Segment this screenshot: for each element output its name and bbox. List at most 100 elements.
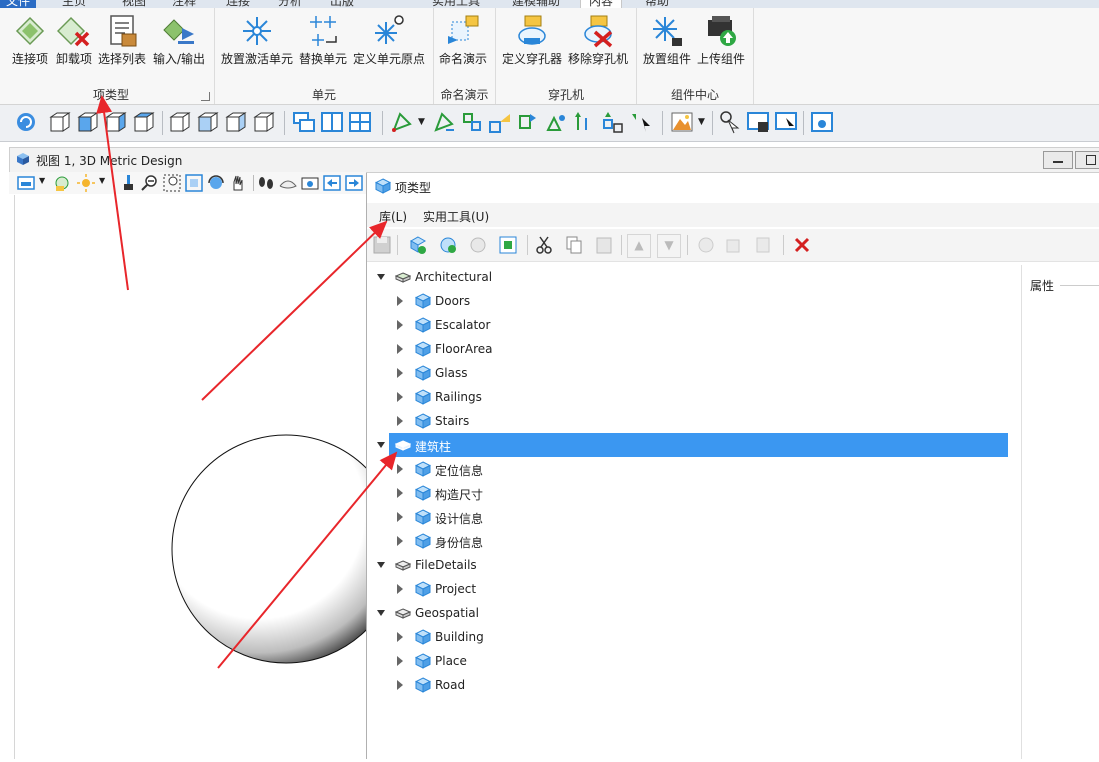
detach-icon[interactable] [723, 234, 745, 256]
tree-item-type-node[interactable]: 身份信息 [367, 529, 1017, 553]
upload-component-button[interactable]: 上传组件 [697, 14, 745, 67]
cut-icon[interactable] [533, 234, 555, 256]
view-cube-iso-icon[interactable] [132, 110, 156, 134]
view-cube-right-icon[interactable] [104, 110, 128, 134]
remove-perforator-button[interactable]: 移除穿孔机 [568, 14, 628, 67]
expand-arrow-icon[interactable] [397, 320, 403, 330]
window-grid-icon[interactable] [348, 110, 372, 134]
lighting-icon[interactable] [77, 174, 95, 192]
move-up-icon[interactable]: ▲ [627, 234, 651, 258]
fly-icon[interactable] [279, 174, 297, 192]
view-attributes-icon[interactable] [17, 175, 35, 191]
rotate-element-icon[interactable] [516, 110, 540, 134]
tree-item-type-node[interactable]: Place [367, 649, 1017, 673]
tree-library-node[interactable]: Architectural [367, 265, 1017, 289]
view-cube-front-icon[interactable] [76, 110, 100, 134]
tab-connect[interactable]: 连接 [226, 0, 250, 8]
camera-icon[interactable] [301, 174, 319, 192]
brush-icon[interactable] [119, 174, 137, 192]
expand-arrow-icon[interactable] [397, 392, 403, 402]
refresh-icon[interactable] [14, 110, 38, 134]
menu-library[interactable]: 库(L) [379, 208, 407, 225]
zoom-out-icon[interactable] [141, 174, 159, 192]
pick-list-button[interactable]: 选择列表 [98, 14, 146, 67]
maximize-button[interactable] [1075, 151, 1099, 169]
copy-element-icon[interactable] [460, 110, 484, 134]
tab-utilities[interactable]: 实用工具 [432, 0, 480, 8]
view-attributes-dropdown-icon[interactable]: ▼ [39, 176, 45, 185]
scale-element-icon[interactable] [488, 110, 512, 134]
expand-arrow-icon[interactable] [397, 656, 403, 666]
pan-view-icon[interactable] [229, 174, 247, 192]
properties-icon[interactable] [753, 234, 775, 256]
expand-arrow-icon[interactable] [397, 368, 403, 378]
import-icon[interactable] [497, 234, 519, 256]
tree-library-node[interactable]: 建筑柱 [367, 433, 1017, 457]
tree-item-type-node[interactable]: 设计信息 [367, 505, 1017, 529]
view-cube-left-icon[interactable] [224, 110, 248, 134]
new-item-type-icon[interactable] [407, 234, 429, 256]
walk-icon[interactable] [257, 174, 275, 192]
tab-publish[interactable]: 出版 [330, 0, 354, 8]
expand-arrow-icon[interactable] [397, 632, 403, 642]
replace-cell-button[interactable]: 替换单元 [299, 14, 347, 67]
next-view-icon[interactable] [345, 174, 363, 192]
dropdown-arrow-icon[interactable]: ▼ [418, 117, 425, 127]
display-style-icon[interactable] [670, 110, 694, 134]
mirror-element-icon[interactable] [544, 110, 568, 134]
detach-item-button[interactable]: 卸载项 [56, 14, 92, 67]
place-active-cell-button[interactable]: 放置激活单元 [221, 14, 293, 67]
view-canvas[interactable] [14, 195, 401, 759]
expand-arrow-icon[interactable] [397, 488, 403, 498]
select-tool-icon[interactable] [718, 110, 742, 134]
lighting-dropdown-icon[interactable]: ▼ [99, 176, 105, 185]
tree-item-type-node[interactable]: FloorArea [367, 337, 1017, 361]
move-down-icon[interactable]: ▼ [657, 234, 681, 258]
expand-arrow-icon[interactable] [397, 416, 403, 426]
tree-item-type-node[interactable]: Building [367, 625, 1017, 649]
move-element-icon[interactable] [432, 110, 456, 134]
new-property-icon[interactable] [467, 234, 489, 256]
expand-arrow-icon[interactable] [397, 536, 403, 546]
attach-item-button[interactable]: 连接项 [12, 14, 48, 67]
minimize-button[interactable] [1043, 151, 1073, 169]
window-select-icon[interactable] [774, 110, 798, 134]
expand-arrow-icon[interactable] [397, 296, 403, 306]
view-cube-bottom-icon[interactable] [168, 110, 192, 134]
expand-arrow-icon[interactable] [397, 344, 403, 354]
attach-icon[interactable] [695, 234, 717, 256]
define-perforator-button[interactable]: 定义穿孔器 [502, 14, 562, 67]
collapse-arrow-icon[interactable] [377, 610, 385, 616]
collapse-arrow-icon[interactable] [377, 274, 385, 280]
import-export-button[interactable]: 输入/输出 [153, 14, 205, 67]
named-presentation-button[interactable]: 命名演示 [439, 14, 487, 67]
expand-arrow-icon[interactable] [397, 584, 403, 594]
view-cube-iso2-icon[interactable] [252, 110, 276, 134]
levels-icon[interactable] [53, 174, 71, 192]
array-element-icon[interactable] [572, 110, 596, 134]
delete-icon[interactable] [791, 234, 813, 256]
new-item-icon[interactable] [437, 234, 459, 256]
window-tile-icon[interactable] [320, 110, 344, 134]
tab-analyze[interactable]: 分析 [278, 0, 302, 8]
tab-content[interactable]: 内容 [580, 0, 623, 8]
expand-arrow-icon[interactable] [397, 512, 403, 522]
dialog-launcher-icon[interactable] [201, 92, 210, 101]
stretch-element-icon[interactable] [628, 110, 652, 134]
tree-library-node[interactable]: Geospatial [367, 601, 1017, 625]
define-cell-origin-button[interactable]: 定义单元原点 [353, 14, 425, 67]
tree-item-type-node[interactable]: Stairs [367, 409, 1017, 433]
tree-item-type-node[interactable]: 定位信息 [367, 457, 1017, 481]
display-style-dropdown-icon[interactable]: ▼ [698, 117, 705, 127]
tree-item-type-node[interactable]: Railings [367, 385, 1017, 409]
align-element-icon[interactable] [600, 110, 624, 134]
copy-icon[interactable] [563, 234, 585, 256]
view-info-icon[interactable] [810, 110, 834, 134]
window-cascade-icon[interactable] [292, 110, 316, 134]
previous-view-icon[interactable] [323, 174, 341, 192]
tab-help[interactable]: 帮助 [645, 0, 669, 8]
tree-library-node[interactable]: FileDetails [367, 553, 1017, 577]
collapse-arrow-icon[interactable] [377, 442, 385, 448]
tab-annotate[interactable]: 注释 [172, 0, 196, 8]
tree-item-type-node[interactable]: Escalator [367, 313, 1017, 337]
